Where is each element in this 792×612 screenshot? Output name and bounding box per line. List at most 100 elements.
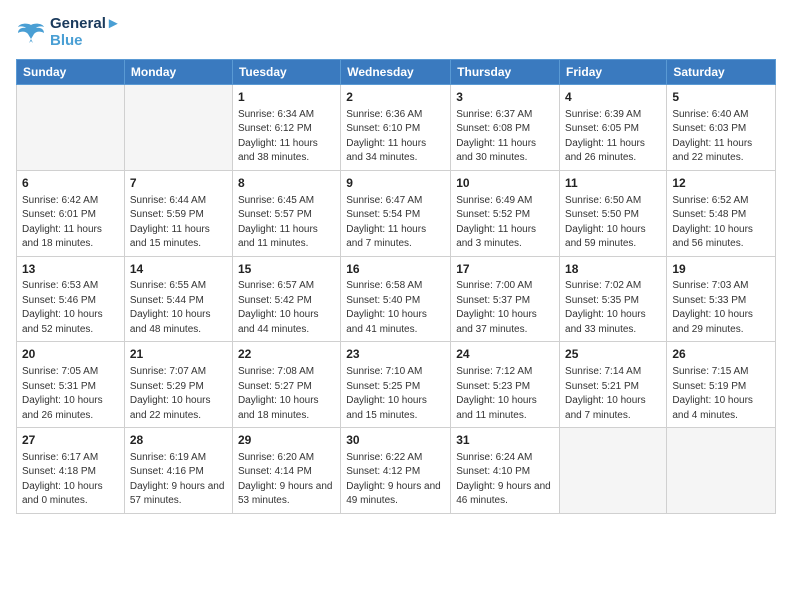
day-number: 21	[130, 346, 227, 363]
calendar-day-cell: 29 Sunrise: 6:20 AM Sunset: 4:14 PM Dayli…	[232, 428, 340, 514]
day-number: 16	[346, 261, 445, 278]
calendar-day-cell: 21Sunrise: 7:07 AM Sunset: 5:29 PM Dayli…	[124, 342, 232, 428]
calendar-day-cell: 19Sunrise: 7:03 AM Sunset: 5:33 PM Dayli…	[667, 256, 776, 342]
day-info: Sunrise: 6:37 AM Sunset: 6:08 PM Dayligh…	[456, 108, 554, 166]
day-info: Sunrise: 6:17 AM Sunset: 4:18 PM Dayligh…	[22, 451, 119, 509]
calendar-day-header: Friday	[560, 60, 667, 85]
day-info: Sunrise: 6:39 AM Sunset: 6:05 PM Dayligh…	[565, 108, 661, 166]
day-info: Sunrise: 6:53 AM Sunset: 5:46 PM Dayligh…	[22, 279, 119, 337]
calendar-week-row: 13Sunrise: 6:53 AM Sunset: 5:46 PM Dayli…	[17, 256, 776, 342]
day-number: 11	[565, 175, 661, 192]
calendar-day-cell: 31 Sunrise: 6:24 AM Sunset: 4:10 PM Dayli…	[451, 428, 560, 514]
calendar-day-cell: 30 Sunrise: 6:22 AM Sunset: 4:12 PM Dayli…	[341, 428, 451, 514]
day-number: 6	[22, 175, 119, 192]
day-info: Sunrise: 7:03 AM Sunset: 5:33 PM Dayligh…	[672, 279, 770, 337]
calendar-day-cell	[560, 428, 667, 514]
logo: General► Blue	[16, 16, 121, 49]
day-number: 31	[456, 432, 554, 449]
day-number: 17	[456, 261, 554, 278]
day-info: Sunrise: 6:40 AM Sunset: 6:03 PM Dayligh…	[672, 108, 770, 166]
day-info: Sunrise: 7:12 AM Sunset: 5:23 PM Dayligh…	[456, 365, 554, 423]
day-info: Sunrise: 7:14 AM Sunset: 5:21 PM Dayligh…	[565, 365, 661, 423]
calendar-day-cell: 13Sunrise: 6:53 AM Sunset: 5:46 PM Dayli…	[17, 256, 125, 342]
calendar-day-header: Thursday	[451, 60, 560, 85]
day-info: Sunrise: 6:24 AM Sunset: 4:10 PM Dayligh…	[456, 451, 554, 509]
day-number: 9	[346, 175, 445, 192]
day-number: 28	[130, 432, 227, 449]
calendar-day-header: Sunday	[17, 60, 125, 85]
day-info: Sunrise: 6:42 AM Sunset: 6:01 PM Dayligh…	[22, 194, 119, 252]
day-info: Sunrise: 7:00 AM Sunset: 5:37 PM Dayligh…	[456, 279, 554, 337]
day-number: 13	[22, 261, 119, 278]
day-number: 30	[346, 432, 445, 449]
calendar-day-cell	[17, 85, 125, 171]
calendar-day-cell: 18Sunrise: 7:02 AM Sunset: 5:35 PM Dayli…	[560, 256, 667, 342]
day-info: Sunrise: 6:34 AM Sunset: 6:12 PM Dayligh…	[238, 108, 335, 166]
day-number: 24	[456, 346, 554, 363]
calendar-day-cell: 5 Sunrise: 6:40 AM Sunset: 6:03 PM Daylig…	[667, 85, 776, 171]
header: General► Blue	[16, 16, 776, 49]
day-info: Sunrise: 6:57 AM Sunset: 5:42 PM Dayligh…	[238, 279, 335, 337]
calendar-week-row: 20 Sunrise: 7:05 AM Sunset: 5:31 PM Dayli…	[17, 342, 776, 428]
day-number: 14	[130, 261, 227, 278]
day-info: Sunrise: 6:20 AM Sunset: 4:14 PM Dayligh…	[238, 451, 335, 509]
calendar-day-cell: 4 Sunrise: 6:39 AM Sunset: 6:05 PM Daylig…	[560, 85, 667, 171]
logo-text: General► Blue	[50, 16, 121, 49]
calendar-day-header: Monday	[124, 60, 232, 85]
calendar-day-cell: 27 Sunrise: 6:17 AM Sunset: 4:18 PM Dayli…	[17, 428, 125, 514]
day-number: 8	[238, 175, 335, 192]
day-number: 23	[346, 346, 445, 363]
day-info: Sunrise: 7:05 AM Sunset: 5:31 PM Dayligh…	[22, 365, 119, 423]
day-number: 5	[672, 89, 770, 106]
calendar-day-header: Saturday	[667, 60, 776, 85]
calendar-day-cell: 1 Sunrise: 6:34 AM Sunset: 6:12 PM Daylig…	[232, 85, 340, 171]
calendar-day-cell: 8 Sunrise: 6:45 AM Sunset: 5:57 PM Daylig…	[232, 170, 340, 256]
day-info: Sunrise: 7:10 AM Sunset: 5:25 PM Dayligh…	[346, 365, 445, 423]
calendar-day-cell: 6 Sunrise: 6:42 AM Sunset: 6:01 PM Daylig…	[17, 170, 125, 256]
calendar-day-cell: 12 Sunrise: 6:52 AM Sunset: 5:48 PM Dayli…	[667, 170, 776, 256]
day-number: 4	[565, 89, 661, 106]
day-info: Sunrise: 6:45 AM Sunset: 5:57 PM Dayligh…	[238, 194, 335, 252]
day-number: 22	[238, 346, 335, 363]
day-info: Sunrise: 6:58 AM Sunset: 5:40 PM Dayligh…	[346, 279, 445, 337]
calendar-table: SundayMondayTuesdayWednesdayThursdayFrid…	[16, 59, 776, 514]
calendar-day-cell: 17Sunrise: 7:00 AM Sunset: 5:37 PM Dayli…	[451, 256, 560, 342]
day-number: 7	[130, 175, 227, 192]
day-info: Sunrise: 7:02 AM Sunset: 5:35 PM Dayligh…	[565, 279, 661, 337]
calendar-day-cell: 9 Sunrise: 6:47 AM Sunset: 5:54 PM Daylig…	[341, 170, 451, 256]
day-info: Sunrise: 6:36 AM Sunset: 6:10 PM Dayligh…	[346, 108, 445, 166]
day-number: 27	[22, 432, 119, 449]
calendar-day-cell: 14Sunrise: 6:55 AM Sunset: 5:44 PM Dayli…	[124, 256, 232, 342]
day-info: Sunrise: 7:08 AM Sunset: 5:27 PM Dayligh…	[238, 365, 335, 423]
calendar-day-cell	[667, 428, 776, 514]
day-number: 29	[238, 432, 335, 449]
logo-bird-icon	[16, 21, 46, 45]
calendar-day-cell: 3Sunrise: 6:37 AM Sunset: 6:08 PM Daylig…	[451, 85, 560, 171]
calendar-day-cell: 11Sunrise: 6:50 AM Sunset: 5:50 PM Dayli…	[560, 170, 667, 256]
day-info: Sunrise: 6:47 AM Sunset: 5:54 PM Dayligh…	[346, 194, 445, 252]
calendar-day-cell: 28 Sunrise: 6:19 AM Sunset: 4:16 PM Dayli…	[124, 428, 232, 514]
calendar-day-cell: 15Sunrise: 6:57 AM Sunset: 5:42 PM Dayli…	[232, 256, 340, 342]
day-info: Sunrise: 6:22 AM Sunset: 4:12 PM Dayligh…	[346, 451, 445, 509]
calendar-day-header: Wednesday	[341, 60, 451, 85]
day-number: 26	[672, 346, 770, 363]
calendar-day-cell: 25 Sunrise: 7:14 AM Sunset: 5:21 PM Dayli…	[560, 342, 667, 428]
calendar-day-cell: 26Sunrise: 7:15 AM Sunset: 5:19 PM Dayli…	[667, 342, 776, 428]
calendar-day-cell: 20 Sunrise: 7:05 AM Sunset: 5:31 PM Dayli…	[17, 342, 125, 428]
day-info: Sunrise: 6:44 AM Sunset: 5:59 PM Dayligh…	[130, 194, 227, 252]
calendar-day-cell: 22 Sunrise: 7:08 AM Sunset: 5:27 PM Dayli…	[232, 342, 340, 428]
day-number: 1	[238, 89, 335, 106]
day-info: Sunrise: 6:52 AM Sunset: 5:48 PM Dayligh…	[672, 194, 770, 252]
day-number: 25	[565, 346, 661, 363]
day-info: Sunrise: 6:49 AM Sunset: 5:52 PM Dayligh…	[456, 194, 554, 252]
day-number: 18	[565, 261, 661, 278]
calendar-week-row: 27 Sunrise: 6:17 AM Sunset: 4:18 PM Dayli…	[17, 428, 776, 514]
day-info: Sunrise: 6:19 AM Sunset: 4:16 PM Dayligh…	[130, 451, 227, 509]
calendar-day-cell: 7 Sunrise: 6:44 AM Sunset: 5:59 PM Daylig…	[124, 170, 232, 256]
day-number: 2	[346, 89, 445, 106]
day-number: 19	[672, 261, 770, 278]
day-number: 20	[22, 346, 119, 363]
day-number: 12	[672, 175, 770, 192]
calendar-day-cell: 24 Sunrise: 7:12 AM Sunset: 5:23 PM Dayli…	[451, 342, 560, 428]
calendar-day-cell	[124, 85, 232, 171]
